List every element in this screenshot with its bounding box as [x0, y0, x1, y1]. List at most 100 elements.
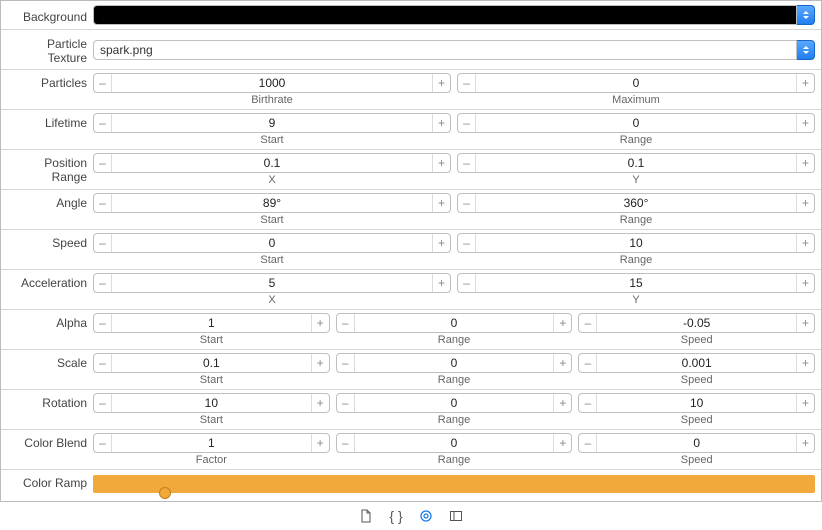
rotation-range-decrement[interactable]: – [337, 394, 355, 412]
position-range-x-stepper[interactable]: – 0.1 + [93, 153, 451, 173]
rotation-start-value: 10 [112, 396, 311, 410]
scale-range-decrement[interactable]: – [337, 354, 355, 372]
acceleration-y-stepper[interactable]: – 15 + [457, 273, 815, 293]
speed-start-decrement[interactable]: – [94, 234, 112, 252]
alpha-speed-increment[interactable]: + [796, 314, 814, 332]
color-blend-factor-decrement[interactable]: – [94, 434, 112, 452]
angle-range-decrement[interactable]: – [458, 194, 476, 212]
particles-maximum-stepper[interactable]: – 0 + [457, 73, 815, 93]
color-blend-factor-increment[interactable]: + [311, 434, 329, 452]
rotation-start-increment[interactable]: + [311, 394, 329, 412]
position-range-y-increment[interactable]: + [796, 154, 814, 172]
particles-label: Particles [7, 73, 93, 90]
particles-birthrate-increment[interactable]: + [432, 74, 450, 92]
texture-dropdown[interactable] [797, 40, 815, 60]
acceleration-y-increment[interactable]: + [796, 274, 814, 292]
acceleration-label: Acceleration [7, 273, 93, 290]
alpha-start-stepper[interactable]: – 1 + [93, 313, 330, 333]
speed-start-increment[interactable]: + [432, 234, 450, 252]
texture-label: Particle Texture [7, 34, 93, 65]
rotation-range-value: 0 [355, 396, 554, 410]
rotation-speed-increment[interactable]: + [796, 394, 814, 412]
background-dropdown[interactable] [797, 5, 815, 25]
scale-start-increment[interactable]: + [311, 354, 329, 372]
angle-range-stepper[interactable]: – 360° + [457, 193, 815, 213]
alpha-range-decrement[interactable]: – [337, 314, 355, 332]
bottom-toolbar: { } [0, 502, 822, 530]
lifetime-range-stepper[interactable]: – 0 + [457, 113, 815, 133]
lifetime-range-increment[interactable]: + [796, 114, 814, 132]
scale-speed-decrement[interactable]: – [579, 354, 597, 372]
acceleration-x-decrement[interactable]: – [94, 274, 112, 292]
target-icon[interactable] [418, 508, 434, 524]
color-blend-range-increment[interactable]: + [553, 434, 571, 452]
scale-speed-increment[interactable]: + [796, 354, 814, 372]
rotation-start-stepper[interactable]: – 10 + [93, 393, 330, 413]
rotation-range-increment[interactable]: + [553, 394, 571, 412]
position-range-x-decrement[interactable]: – [94, 154, 112, 172]
color-ramp-label: Color Ramp [7, 473, 93, 490]
color-blend-speed-decrement[interactable]: – [579, 434, 597, 452]
scale-speed-value: 0.001 [597, 356, 796, 370]
color-blend-factor-sublabel: Factor [196, 454, 227, 466]
lifetime-start-decrement[interactable]: – [94, 114, 112, 132]
color-ramp-handle[interactable] [159, 487, 171, 499]
acceleration-y-sublabel: Y [632, 294, 639, 306]
scale-start-sublabel: Start [200, 374, 223, 386]
particles-maximum-increment[interactable]: + [796, 74, 814, 92]
position-range-x-increment[interactable]: + [432, 154, 450, 172]
scale-range-increment[interactable]: + [553, 354, 571, 372]
angle-start-increment[interactable]: + [432, 194, 450, 212]
panel-icon[interactable] [448, 508, 464, 524]
alpha-range-stepper[interactable]: – 0 + [336, 313, 573, 333]
position-range-y-decrement[interactable]: – [458, 154, 476, 172]
particles-maximum-decrement[interactable]: – [458, 74, 476, 92]
lifetime-range-decrement[interactable]: – [458, 114, 476, 132]
position-range-y-stepper[interactable]: – 0.1 + [457, 153, 815, 173]
speed-range-increment[interactable]: + [796, 234, 814, 252]
alpha-speed-value: -0.05 [597, 316, 796, 330]
alpha-start-increment[interactable]: + [311, 314, 329, 332]
color-blend-label: Color Blend [7, 433, 93, 450]
speed-range-stepper[interactable]: – 10 + [457, 233, 815, 253]
acceleration-y-decrement[interactable]: – [458, 274, 476, 292]
angle-start-decrement[interactable]: – [94, 194, 112, 212]
particles-birthrate-decrement[interactable]: – [94, 74, 112, 92]
rotation-start-decrement[interactable]: – [94, 394, 112, 412]
angle-range-increment[interactable]: + [796, 194, 814, 212]
lifetime-start-stepper[interactable]: – 9 + [93, 113, 451, 133]
alpha-start-decrement[interactable]: – [94, 314, 112, 332]
alpha-range-increment[interactable]: + [553, 314, 571, 332]
rotation-range-stepper[interactable]: – 0 + [336, 393, 573, 413]
alpha-speed-decrement[interactable]: – [579, 314, 597, 332]
scale-range-stepper[interactable]: – 0 + [336, 353, 573, 373]
lifetime-start-value: 9 [112, 116, 432, 130]
color-blend-factor-stepper[interactable]: – 1 + [93, 433, 330, 453]
acceleration-x-increment[interactable]: + [432, 274, 450, 292]
scale-start-decrement[interactable]: – [94, 354, 112, 372]
braces-icon[interactable]: { } [388, 508, 404, 524]
angle-start-stepper[interactable]: – 89° + [93, 193, 451, 213]
speed-range-decrement[interactable]: – [458, 234, 476, 252]
color-ramp-row: Color Ramp [1, 470, 821, 501]
color-blend-speed-increment[interactable]: + [796, 434, 814, 452]
color-ramp[interactable] [93, 475, 815, 493]
alpha-speed-stepper[interactable]: – -0.05 + [578, 313, 815, 333]
scale-start-stepper[interactable]: – 0.1 + [93, 353, 330, 373]
alpha-start-value: 1 [112, 316, 311, 330]
color-blend-range-decrement[interactable]: – [337, 434, 355, 452]
color-blend-speed-stepper[interactable]: – 0 + [578, 433, 815, 453]
color-blend-range-stepper[interactable]: – 0 + [336, 433, 573, 453]
file-icon[interactable] [358, 508, 374, 524]
acceleration-x-stepper[interactable]: – 5 + [93, 273, 451, 293]
background-color-well[interactable] [93, 5, 797, 25]
texture-input[interactable]: spark.png [93, 40, 797, 60]
scale-speed-stepper[interactable]: – 0.001 + [578, 353, 815, 373]
particles-birthrate-stepper[interactable]: – 1000 + [93, 73, 451, 93]
lifetime-start-increment[interactable]: + [432, 114, 450, 132]
scale-start-value: 0.1 [112, 356, 311, 370]
rotation-speed-decrement[interactable]: – [579, 394, 597, 412]
rotation-speed-stepper[interactable]: – 10 + [578, 393, 815, 413]
color-blend-factor-value: 1 [112, 436, 311, 450]
speed-start-stepper[interactable]: – 0 + [93, 233, 451, 253]
